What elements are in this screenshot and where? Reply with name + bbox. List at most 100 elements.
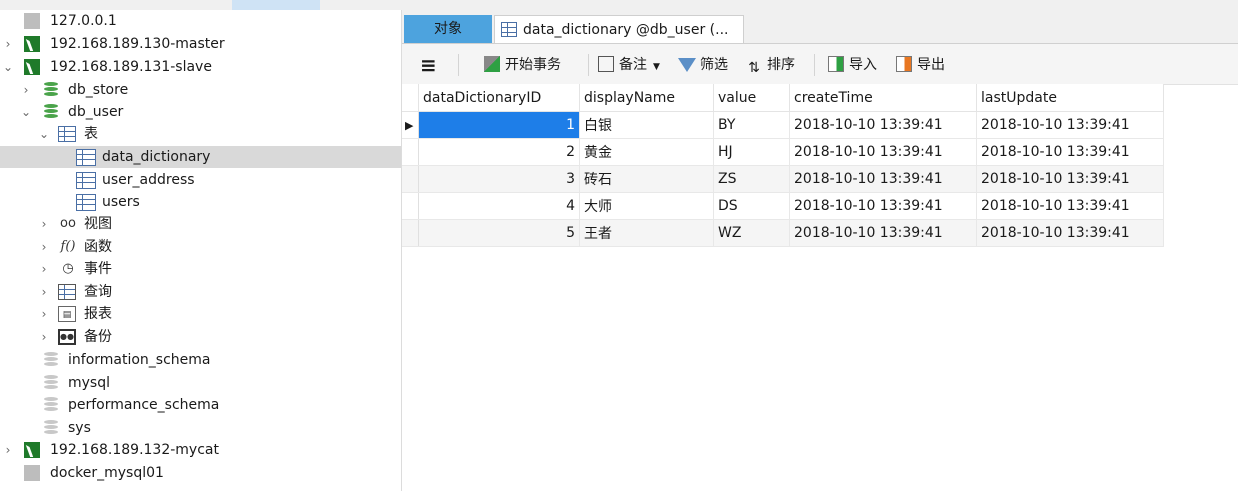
chevron-right-icon[interactable]: › bbox=[2, 439, 14, 461]
toolbar-separator bbox=[588, 54, 589, 76]
memo-label: 备注 bbox=[619, 57, 647, 73]
import-button[interactable]: 导入 bbox=[828, 54, 877, 76]
filter-button[interactable]: 筛选 bbox=[678, 54, 728, 76]
table-cell[interactable]: 砖石 bbox=[579, 165, 714, 193]
export-button[interactable]: 导出 bbox=[896, 54, 945, 76]
tree-db-sys[interactable]: sys bbox=[0, 417, 401, 439]
table-cell[interactable]: 5 bbox=[418, 219, 580, 247]
tables-icon bbox=[58, 126, 76, 142]
tree-label: 函数 bbox=[84, 239, 112, 255]
chevron-right-icon[interactable]: › bbox=[38, 258, 50, 280]
clock-icon: ◷ bbox=[62, 261, 74, 276]
tree-views-folder[interactable]: › oo 视图 bbox=[0, 213, 401, 235]
filter-label: 筛选 bbox=[700, 57, 728, 73]
export-icon bbox=[896, 56, 912, 72]
chevron-right-icon[interactable]: › bbox=[38, 281, 50, 303]
tree-label: db_store bbox=[68, 82, 129, 98]
tree-connection-slave[interactable]: ⌄ 192.168.189.131-slave bbox=[0, 56, 401, 78]
begin-transaction-button[interactable]: 开始事务 bbox=[484, 54, 561, 76]
tree-connection-127[interactable]: 127.0.0.1 bbox=[0, 10, 401, 32]
table-cell[interactable]: BY bbox=[713, 111, 790, 139]
column-header[interactable]: dataDictionaryID bbox=[418, 84, 580, 112]
column-header[interactable]: lastUpdate bbox=[976, 84, 1164, 112]
report-icon: ▤ bbox=[58, 306, 76, 322]
connection-icon bbox=[24, 13, 40, 29]
tab-data-dictionary[interactable]: data_dictionary @db_user (... bbox=[494, 15, 744, 43]
table-cell[interactable]: 2018-10-10 13:39:41 bbox=[789, 219, 977, 247]
chevron-right-icon[interactable]: › bbox=[2, 33, 14, 55]
table-cell[interactable]: 黄金 bbox=[579, 138, 714, 166]
table-row[interactable]: 4 大师 DS 2018-10-10 13:39:41 2018-10-10 1… bbox=[402, 192, 1164, 220]
table-cell[interactable]: 2018-10-10 13:39:41 bbox=[789, 111, 977, 139]
chevron-down-icon[interactable]: ⌄ bbox=[38, 123, 50, 145]
table-cell[interactable]: 白银 bbox=[579, 111, 714, 139]
database-icon bbox=[44, 104, 58, 120]
column-header[interactable]: createTime bbox=[789, 84, 977, 112]
tree-backups-folder[interactable]: › ●● 备份 bbox=[0, 326, 401, 348]
table-cell[interactable]: WZ bbox=[713, 219, 790, 247]
table-cell[interactable]: 大师 bbox=[579, 192, 714, 220]
tree-table-data-dictionary[interactable]: data_dictionary bbox=[0, 146, 401, 168]
tree-db-store[interactable]: › db_store bbox=[0, 79, 401, 101]
table-row[interactable]: ▶ 1 白银 BY 2018-10-10 13:39:41 2018-10-10… bbox=[402, 111, 1164, 139]
tree-db-information-schema[interactable]: information_schema bbox=[0, 349, 401, 371]
table-row[interactable]: 5 王者 WZ 2018-10-10 13:39:41 2018-10-10 1… bbox=[402, 219, 1164, 247]
table-cell[interactable]: 2018-10-10 13:39:41 bbox=[976, 192, 1164, 220]
tree-connection-docker[interactable]: docker_mysql01 bbox=[0, 462, 401, 484]
tree-queries-folder[interactable]: › 查询 bbox=[0, 281, 401, 303]
sort-button[interactable]: ⇅ 排序 bbox=[746, 54, 795, 76]
tab-objects[interactable]: 对象 bbox=[404, 15, 492, 43]
tree-tables-folder[interactable]: ⌄ 表 bbox=[0, 123, 401, 145]
table-icon bbox=[76, 149, 96, 166]
menu-bar-highlight bbox=[232, 0, 320, 10]
table-cell[interactable]: 4 bbox=[418, 192, 580, 220]
tree-label: 事件 bbox=[84, 261, 112, 277]
chevron-right-icon[interactable]: › bbox=[38, 236, 50, 258]
table-cell[interactable]: 2018-10-10 13:39:41 bbox=[789, 192, 977, 220]
tree-label: mysql bbox=[68, 375, 110, 391]
sort-label: 排序 bbox=[767, 57, 795, 73]
table-cell[interactable]: HJ bbox=[713, 138, 790, 166]
tree-functions-folder[interactable]: › f() 函数 bbox=[0, 236, 401, 258]
dropdown-arrow-icon[interactable]: ▼ bbox=[653, 62, 660, 72]
table-cell[interactable]: 1 bbox=[418, 111, 580, 139]
tree-db-mysql[interactable]: mysql bbox=[0, 372, 401, 394]
tree-connection-master[interactable]: › 192.168.189.130-master bbox=[0, 33, 401, 55]
table-cell[interactable]: 2 bbox=[418, 138, 580, 166]
table-cell[interactable]: 王者 bbox=[579, 219, 714, 247]
table-cell[interactable]: 2018-10-10 13:39:41 bbox=[976, 165, 1164, 193]
table-cell[interactable]: 2018-10-10 13:39:41 bbox=[976, 219, 1164, 247]
chevron-right-icon[interactable]: › bbox=[38, 213, 50, 235]
table-cell[interactable]: 2018-10-10 13:39:41 bbox=[789, 138, 977, 166]
table-row[interactable]: 3 砖石 ZS 2018-10-10 13:39:41 2018-10-10 1… bbox=[402, 165, 1164, 193]
tree-reports-folder[interactable]: › ▤ 报表 bbox=[0, 303, 401, 325]
toolbar-separator bbox=[814, 54, 815, 76]
tree-events-folder[interactable]: › ◷ 事件 bbox=[0, 258, 401, 280]
memo-button[interactable]: 备注 ▼ bbox=[598, 54, 660, 76]
tree-table-users[interactable]: users bbox=[0, 191, 401, 213]
connection-icon bbox=[24, 59, 40, 75]
row-indicator-header bbox=[402, 84, 419, 112]
table-cell[interactable]: DS bbox=[713, 192, 790, 220]
chevron-right-icon[interactable]: › bbox=[38, 326, 50, 348]
menu-icon[interactable]: ≡ bbox=[420, 54, 437, 76]
chevron-down-icon[interactable]: ⌄ bbox=[2, 56, 14, 78]
tree-db-user[interactable]: ⌄ db_user bbox=[0, 101, 401, 123]
table-cell[interactable]: 3 bbox=[418, 165, 580, 193]
tree-table-user-address[interactable]: user_address bbox=[0, 169, 401, 191]
table-row[interactable]: 2 黄金 HJ 2018-10-10 13:39:41 2018-10-10 1… bbox=[402, 138, 1164, 166]
tree-connection-mycat[interactable]: › 192.168.189.132-mycat bbox=[0, 439, 401, 461]
chevron-right-icon[interactable]: › bbox=[20, 79, 32, 101]
tree-db-performance-schema[interactable]: performance_schema bbox=[0, 394, 401, 416]
data-grid[interactable]: dataDictionaryID displayName value creat… bbox=[402, 84, 1164, 247]
table-cell[interactable]: 2018-10-10 13:39:41 bbox=[789, 165, 977, 193]
column-header[interactable]: value bbox=[713, 84, 790, 112]
navigation-tree[interactable]: 127.0.0.1 › 192.168.189.130-master ⌄ 192… bbox=[0, 10, 402, 491]
table-cell[interactable]: 2018-10-10 13:39:41 bbox=[976, 138, 1164, 166]
chevron-down-icon[interactable]: ⌄ bbox=[20, 101, 32, 123]
column-header[interactable]: displayName bbox=[579, 84, 714, 112]
chevron-right-icon[interactable]: › bbox=[38, 303, 50, 325]
table-cell[interactable]: ZS bbox=[713, 165, 790, 193]
table-icon bbox=[76, 194, 96, 211]
table-cell[interactable]: 2018-10-10 13:39:41 bbox=[976, 111, 1164, 139]
